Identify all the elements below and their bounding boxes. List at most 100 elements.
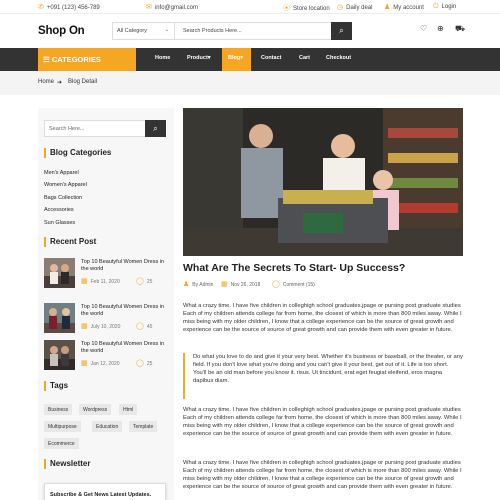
nav-contact[interactable]: Contact xyxy=(261,55,281,61)
post-comments-text: Comment (15) xyxy=(282,282,315,288)
tag-chip[interactable]: Template xyxy=(129,421,158,432)
breadcrumb-arrow-icon: ➜ xyxy=(57,80,63,86)
breadcrumb-home[interactable]: Home xyxy=(38,79,54,85)
main-nav: ☰ CATEGORIES Home Product▾ Blog▾ Contact… xyxy=(0,48,500,71)
recent-post-date: ▦ Feb 11, 2020 xyxy=(81,277,120,285)
mail-icon: ✉ xyxy=(146,4,152,11)
sidebar: Search Here... ⌕ Blog Categories Men's A… xyxy=(38,108,174,500)
post-thumbnail xyxy=(44,303,75,333)
recent-post-date-text: July 10, 2020 xyxy=(90,324,121,330)
newsletter-text: Subscribe & Get News Latest Updates. xyxy=(50,492,152,498)
nav-blog[interactable]: Blog▾ xyxy=(228,55,243,61)
comment-icon: ◯ xyxy=(136,323,144,330)
daily-deal-label: Daily deal xyxy=(346,5,373,11)
recent-post-title-text: Top 10 Beautyful Women Dress in the worl… xyxy=(81,304,165,317)
login-link[interactable]: ⏻ Login xyxy=(433,3,456,11)
post-blockquote: Do what you love to do and give it your … xyxy=(183,353,463,399)
lock-icon: ⏻ xyxy=(433,3,439,10)
login-label: Login xyxy=(441,4,457,10)
recent-post[interactable]: Top 10 Beautyful Women Dress in the worl… xyxy=(44,303,169,335)
search-button[interactable]: ⌕ xyxy=(331,22,352,40)
post-thumbnail xyxy=(44,258,75,288)
store-location-link[interactable]: ⦿ Store location xyxy=(283,3,330,13)
calendar-icon: ▦ xyxy=(81,360,88,367)
nav-cart[interactable]: Cart xyxy=(299,55,310,61)
post-author-text: By Admin xyxy=(192,282,214,288)
category-select[interactable]: All Category ⌄ xyxy=(113,23,175,39)
tag-chip[interactable]: Html xyxy=(119,404,138,415)
search-input[interactable]: Search Products Here... xyxy=(183,28,242,34)
post-paragraph: What a crazy time. I have five children … xyxy=(183,460,462,490)
tag-chip[interactable]: Business xyxy=(44,404,73,415)
comment-icon: ◯ xyxy=(136,360,144,367)
logo[interactable]: Shop On xyxy=(38,25,85,37)
recent-post-title: Recent Post xyxy=(44,237,96,247)
categories-label: CATEGORIES xyxy=(51,55,101,64)
recent-post-title-text: Top 10 Beautyful Women Dress in the worl… xyxy=(81,341,165,354)
nav-product-label: Product xyxy=(187,55,208,61)
post-paragraph: What a crazy time. I have five children … xyxy=(183,407,462,437)
chevron-down-icon: ⌄ xyxy=(164,27,169,33)
my-account-label: My account xyxy=(393,5,424,11)
tags-title: Tags xyxy=(44,381,68,391)
tag-chip[interactable]: Wordpress xyxy=(79,404,112,415)
category-link[interactable]: Bags Collection xyxy=(44,195,82,201)
cart-icon[interactable]: ⛟ xyxy=(455,24,465,34)
categories-button[interactable]: ☰ CATEGORIES xyxy=(38,48,136,71)
post-thumbnail xyxy=(44,340,75,370)
newsletter-box: Subscribe & Get News Latest Updates. xyxy=(44,483,166,500)
category-link[interactable]: Men's Apparel xyxy=(44,170,79,176)
post-title: What Are The Secrets To Start- Up Succes… xyxy=(183,262,406,274)
tag-chip[interactable]: Multipurpose xyxy=(44,421,81,432)
blog-search-input[interactable]: Search Here... xyxy=(49,126,84,132)
my-account-link[interactable]: ♟ My account xyxy=(384,3,424,11)
top-bar: ✆ +091 (123) 456-789 ✉ info@gmail.com ⦿ Sto… xyxy=(0,0,500,14)
nav-home[interactable]: Home xyxy=(155,55,170,61)
heart-icon[interactable]: ♡ xyxy=(420,24,427,33)
category-link[interactable]: Women's Apparel xyxy=(44,182,87,188)
tag-chip[interactable]: Education xyxy=(92,421,123,432)
post-paragraph: What a crazy time. I have five children … xyxy=(183,303,462,333)
product-search: All Category ⌄ Search Products Here... ⌕ xyxy=(112,22,352,40)
recent-post-comments: ◯ 45 xyxy=(136,322,152,330)
recent-post-comment-count: 25 xyxy=(146,279,153,285)
post-author[interactable]: ♟ By Admin xyxy=(183,280,213,288)
recent-post-comments: ◯ 25 xyxy=(136,359,152,367)
tag-chip[interactable]: Ecommerce xyxy=(44,438,79,449)
post-date-text: Nov 26, 2018 xyxy=(230,282,261,288)
header: Shop On All Category ⌄ Search Products He… xyxy=(0,14,500,48)
user-icon: ♟ xyxy=(384,4,391,11)
recent-post-date-text: Jan 12, 2020 xyxy=(90,361,120,367)
user-icon: ♟ xyxy=(183,281,190,288)
calendar-icon: ▦ xyxy=(81,278,88,285)
nav-checkout[interactable]: Checkout xyxy=(326,55,351,61)
location-icon: ⦿ xyxy=(283,5,290,12)
phone-text: +091 (123) 456-789 xyxy=(46,5,100,11)
blog-search-button[interactable]: ⌕ xyxy=(145,120,166,137)
nav-product[interactable]: Product▾ xyxy=(187,55,211,61)
phone-icon: ✆ xyxy=(38,4,44,11)
email-text: info@gmail.com xyxy=(154,5,198,11)
recent-post-comments: ◯ 25 xyxy=(136,277,152,285)
post-comments[interactable]: ◯ Comment (15) xyxy=(272,280,315,288)
email-contact[interactable]: ✉ info@gmail.com xyxy=(146,3,198,11)
recent-post-title-text: Top 10 Beautyful Women Dress in the worl… xyxy=(81,259,165,272)
daily-deal-link[interactable]: ◷ Daily deal xyxy=(337,3,372,11)
menu-icon: ☰ xyxy=(43,55,50,64)
recent-post-date: ▦ July 10, 2020 xyxy=(81,322,120,330)
category-link[interactable]: Accessories xyxy=(44,207,74,213)
recent-post-date: ▦ Jan 12, 2020 xyxy=(81,359,120,367)
recent-post[interactable]: Top 10 Beautyful Women Dress in the worl… xyxy=(44,258,169,290)
search-icon: ⌕ xyxy=(339,26,344,35)
recent-post-comment-count: 25 xyxy=(146,361,153,367)
phone-contact[interactable]: ✆ +091 (123) 456-789 xyxy=(38,3,100,11)
recent-post-comment-count: 45 xyxy=(146,324,153,330)
comment-icon: ◯ xyxy=(136,278,144,285)
post-hero-image xyxy=(183,108,463,256)
cart-count-icon[interactable]: ⊕ xyxy=(437,24,444,33)
recent-post[interactable]: Top 10 Beautyful Women Dress in the worl… xyxy=(44,340,169,372)
store-location-label: Store location xyxy=(293,6,330,12)
category-link[interactable]: Sun Glasses xyxy=(44,220,75,226)
newsletter-title: Newsletter xyxy=(44,459,90,469)
breadcrumb: Home ➜ Blog Detail xyxy=(0,71,500,95)
